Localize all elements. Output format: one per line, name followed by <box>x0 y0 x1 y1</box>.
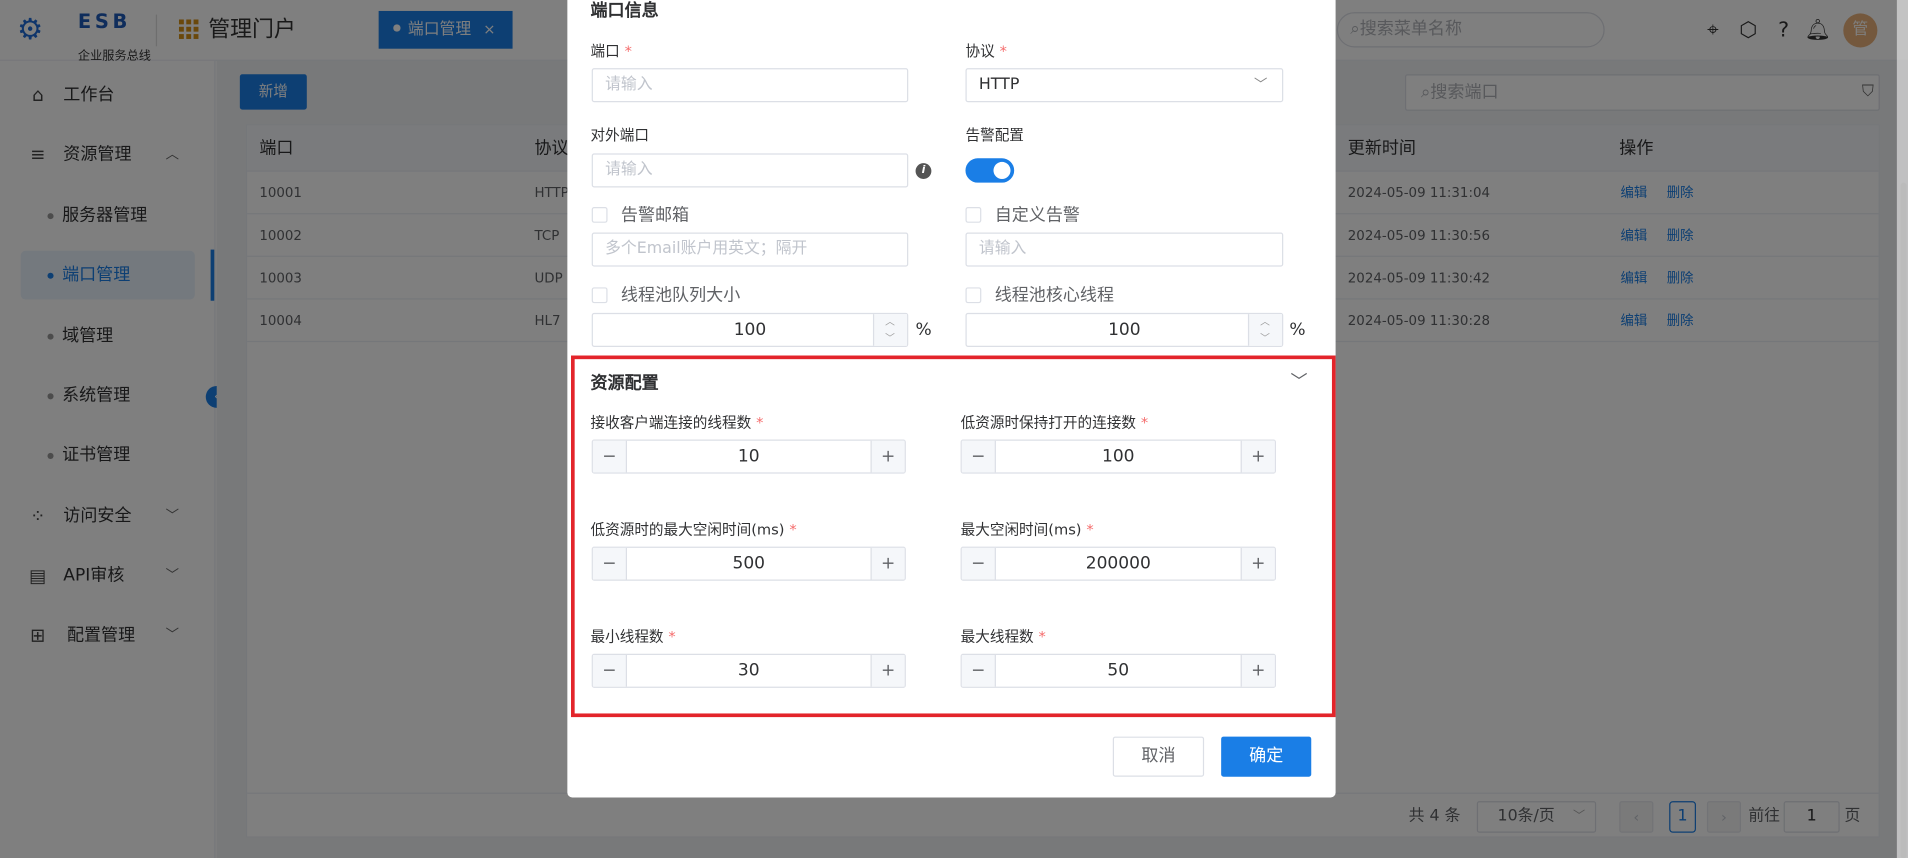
chevron-down-icon: ﹀ <box>1254 76 1268 93</box>
queue-size-checkbox[interactable]: 线程池队列大小 <box>591 286 836 306</box>
alert-email-label: 告警邮箱 <box>620 205 690 226</box>
port-info-title: 端口信息 <box>590 1 659 21</box>
scrollbar-thumb[interactable] <box>1900 182 1907 858</box>
highlight-box <box>571 355 1336 718</box>
port-label: 端口 * <box>590 40 631 61</box>
core-threads-value: 100 <box>1108 320 1141 340</box>
spinner: ︿ ﹀ <box>1247 314 1283 346</box>
queue-size-value: 100 <box>733 320 767 340</box>
alert-config-label: 告警配置 <box>965 126 1024 144</box>
core-threads-input[interactable]: 100 ︿ ﹀ <box>965 312 1284 347</box>
chevron-down-icon[interactable]: ﹀ <box>1249 330 1281 346</box>
percent-sign: % <box>915 320 932 340</box>
alert-config-switch[interactable] <box>965 158 1015 183</box>
info-icon[interactable]: i <box>915 163 932 179</box>
external-port-input[interactable]: 请输入 <box>591 153 909 188</box>
queue-size-input[interactable]: 100 ︿ ﹀ <box>591 312 909 347</box>
chevron-up-icon[interactable]: ︿ <box>1249 314 1281 330</box>
protocol-label-text: 协议 <box>965 42 995 60</box>
confirm-button[interactable]: 确定 <box>1221 736 1312 777</box>
chevron-down-icon[interactable]: ﹀ <box>874 330 906 346</box>
custom-alert-checkbox[interactable]: 自定义告警 <box>965 206 1208 225</box>
queue-size-label: 线程池队列大小 <box>620 286 741 306</box>
checkbox-box[interactable] <box>591 287 608 304</box>
checkbox-box[interactable] <box>965 206 982 223</box>
app-root: ⚙ ESB 企业服务总线 管理门户 端口管理 × ⌕搜索菜单名称 ⌖ ⬡ ? 🔔… <box>0 0 1908 858</box>
checkbox-box[interactable] <box>965 287 982 304</box>
port-label-text: 端口 <box>590 42 620 60</box>
port-input[interactable]: 请输入 <box>591 68 909 103</box>
alert-email-checkbox[interactable]: 告警邮箱 <box>591 205 836 226</box>
core-threads-label: 线程池核心线程 <box>994 286 1115 306</box>
required-mark: * <box>999 42 1007 60</box>
protocol-label: 协议 * <box>965 40 1006 61</box>
custom-alert-label: 自定义告警 <box>994 205 1080 226</box>
percent-sign: % <box>1289 320 1306 340</box>
custom-alert-input[interactable]: 请输入 <box>965 232 1284 267</box>
protocol-select[interactable]: HTTP ﹀ <box>965 68 1284 103</box>
external-port-label: 对外端口 <box>590 126 649 144</box>
required-mark: * <box>624 42 632 60</box>
cancel-button[interactable]: 取消 <box>1112 736 1205 777</box>
chevron-up-icon[interactable]: ︿ <box>874 314 906 330</box>
alert-email-input[interactable]: 多个Email账户用英文；隔开 <box>591 232 909 267</box>
spinner: ︿ ﹀ <box>872 314 908 346</box>
protocol-value: HTTP <box>978 75 1020 94</box>
checkbox-box[interactable] <box>591 206 608 223</box>
core-threads-checkbox[interactable]: 线程池核心线程 <box>965 286 1208 306</box>
